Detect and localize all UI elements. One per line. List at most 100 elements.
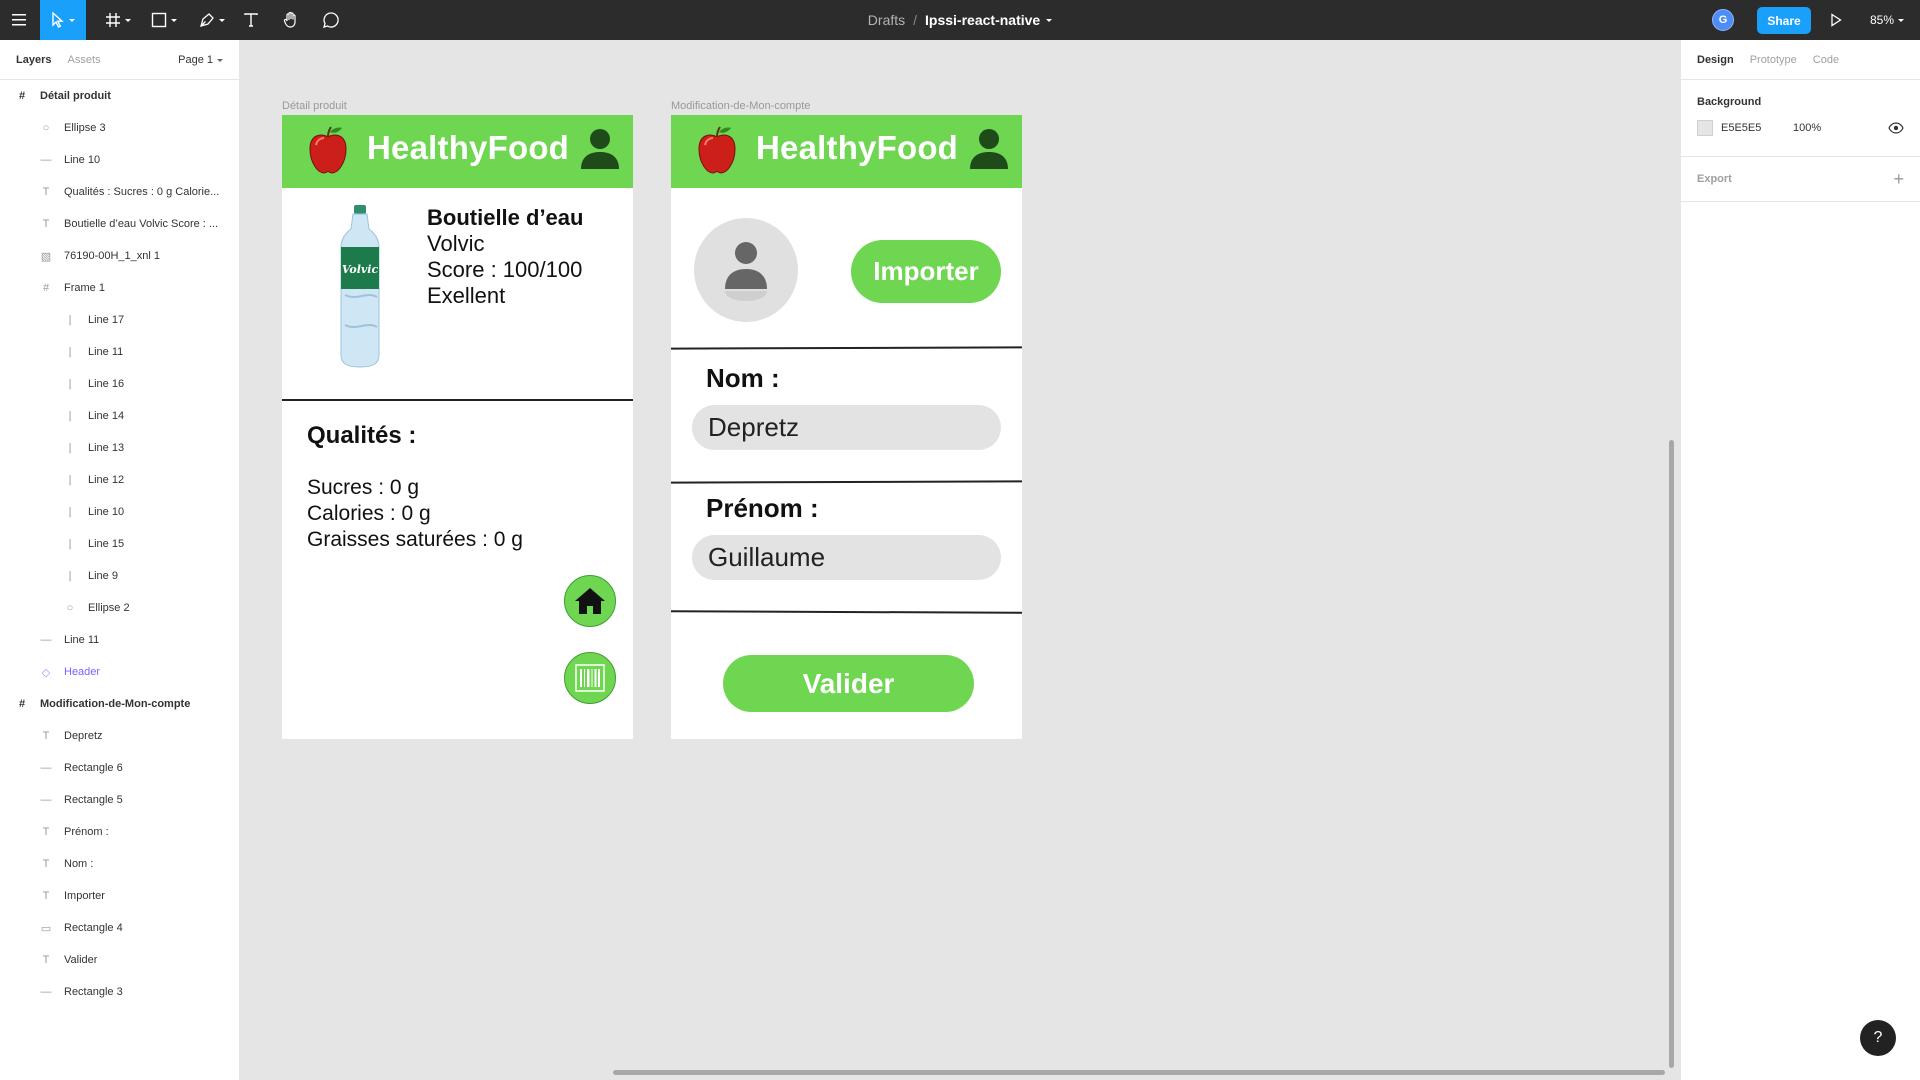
layer-name: Ellipse 2 <box>88 602 130 614</box>
layer-row[interactable]: ◇ Header <box>0 656 239 688</box>
share-button[interactable]: Share <box>1757 7 1811 34</box>
layer-row[interactable]: ▭ Rectangle 4 <box>0 912 239 944</box>
layer-row[interactable]: — Line 11 <box>0 624 239 656</box>
tab-prototype[interactable]: Prototype <box>1750 54 1797 66</box>
layer-row[interactable]: | Line 10 <box>0 496 239 528</box>
layer-row[interactable]: — Rectangle 3 <box>0 976 239 1008</box>
layer-row[interactable]: T Depretz <box>0 720 239 752</box>
zoom-level-dropdown[interactable]: 85% <box>1870 0 1905 40</box>
right-panel-tabs: Design Prototype Code <box>1681 40 1920 80</box>
line-icon: — <box>40 986 52 998</box>
layer-row[interactable]: | Line 13 <box>0 432 239 464</box>
eye-visibility-icon[interactable] <box>1888 122 1904 134</box>
layer-row[interactable]: | Line 17 <box>0 304 239 336</box>
import-button[interactable]: Importer <box>851 240 1001 303</box>
layer-row[interactable]: | Line 11 <box>0 336 239 368</box>
frame-modification-compte[interactable]: HealthyFood Importer Nom : Depretz Préno… <box>671 115 1022 739</box>
layer-row[interactable]: | Line 12 <box>0 464 239 496</box>
background-fill-row[interactable]: E5E5E5 100% <box>1697 112 1904 144</box>
file-name[interactable]: Ipssi-react-native <box>925 12 1040 28</box>
barcode-scan-button[interactable] <box>564 652 616 704</box>
move-tool-button[interactable] <box>40 0 86 40</box>
layer-name: Importer <box>64 890 105 902</box>
tab-code[interactable]: Code <box>1813 54 1839 66</box>
layer-row[interactable]: | Line 14 <box>0 400 239 432</box>
breadcrumb-separator: / <box>913 12 918 28</box>
home-button[interactable] <box>564 575 616 627</box>
frame-tool-button[interactable] <box>98 0 138 40</box>
background-hex-value[interactable]: E5E5E5 <box>1721 122 1793 134</box>
comment-tool-button[interactable] <box>316 0 346 40</box>
background-opacity-value[interactable]: 100% <box>1793 122 1873 134</box>
main-menu-button[interactable] <box>0 0 40 40</box>
hand-tool-button[interactable] <box>276 0 306 40</box>
qualities-list: Sucres : 0 g Calories : 0 g Graisses sat… <box>307 475 523 553</box>
prenom-input[interactable]: Guillaume <box>692 535 1001 580</box>
design-canvas[interactable]: Détail produit HealthyFood Volvic Boutie… <box>241 40 1679 1080</box>
layer-name: Détail produit <box>40 90 111 102</box>
layer-row[interactable]: T Valider <box>0 944 239 976</box>
tab-layers[interactable]: Layers <box>16 54 51 66</box>
layer-row[interactable]: ▧ 76190-00H_1_xnl 1 <box>0 240 239 272</box>
layer-row[interactable]: ○ Ellipse 3 <box>0 112 239 144</box>
page-selector[interactable]: Page 1 <box>178 40 223 80</box>
layer-row[interactable]: T Importer <box>0 880 239 912</box>
zoom-level: 85% <box>1870 13 1895 27</box>
layer-name: Line 14 <box>88 410 125 422</box>
vertical-scrollbar[interactable] <box>1669 440 1674 1068</box>
layer-row[interactable]: T Nom : <box>0 848 239 880</box>
layer-row[interactable]: ○ Ellipse 2 <box>0 592 239 624</box>
user-profile-icon[interactable] <box>579 127 621 171</box>
chevron-down-icon <box>217 58 223 62</box>
validate-button[interactable]: Valider <box>723 655 974 712</box>
layer-row[interactable]: T Prénom : <box>0 816 239 848</box>
layer-row[interactable]: # Frame 1 <box>0 272 239 304</box>
layer-row[interactable]: — Rectangle 6 <box>0 752 239 784</box>
component-icon: ◇ <box>41 666 51 679</box>
background-color-swatch[interactable] <box>1697 120 1713 136</box>
layer-row[interactable]: # Détail produit <box>0 80 111 112</box>
present-play-icon[interactable] <box>1830 13 1842 32</box>
layer-row[interactable]: — Rectangle 5 <box>0 784 239 816</box>
layer-list: #Détail produit▧home 1○Ellipse 3—Line 10… <box>0 80 239 1008</box>
user-avatar[interactable]: G <box>1712 9 1734 31</box>
frame-label-modification-compte[interactable]: Modification-de-Mon-compte <box>671 100 810 112</box>
shape-tool-button[interactable] <box>144 0 184 40</box>
ellipse-icon: ○ <box>66 602 74 614</box>
tab-design[interactable]: Design <box>1697 54 1734 66</box>
layer-name: Rectangle 3 <box>64 986 123 998</box>
tab-assets[interactable]: Assets <box>67 54 100 66</box>
frame-label-detail-produit[interactable]: Détail produit <box>282 100 347 112</box>
frame-detail-produit[interactable]: HealthyFood Volvic Boutielle d’eau Volvi… <box>282 115 633 739</box>
chevron-down-icon <box>171 18 177 22</box>
layer-row[interactable]: T Boutielle d’eau Volvic Score : ... <box>0 208 239 240</box>
pen-tool-button[interactable] <box>192 0 232 40</box>
horizontal-scrollbar[interactable] <box>613 1070 1665 1075</box>
layer-row[interactable]: — Line 10 <box>0 144 239 176</box>
nom-input[interactable]: Depretz <box>692 405 1001 450</box>
vline-icon: | <box>68 474 72 486</box>
help-button[interactable]: ? <box>1860 1020 1896 1056</box>
text-tool-button[interactable] <box>236 0 266 40</box>
export-section: Export + <box>1681 157 1920 202</box>
vline-icon: | <box>68 506 72 518</box>
quality-sugar: Sucres : 0 g <box>307 476 420 499</box>
breadcrumb-folder[interactable]: Drafts <box>868 12 905 28</box>
apple-logo-icon <box>309 126 347 174</box>
chevron-down-icon[interactable] <box>1046 18 1053 22</box>
layer-name: Nom : <box>64 858 94 870</box>
page-name: Page 1 <box>178 54 213 66</box>
user-profile-icon[interactable] <box>968 127 1010 171</box>
layer-row[interactable]: | Line 16 <box>0 368 239 400</box>
add-export-plus-icon[interactable]: + <box>1893 169 1904 189</box>
frame-icon: # <box>42 282 50 294</box>
layer-row[interactable]: | Line 15 <box>0 528 239 560</box>
layer-row[interactable]: # Modification-de-Mon-compte <box>0 688 191 720</box>
vline-icon: | <box>68 410 72 422</box>
frame-icon: # <box>18 698 26 710</box>
layer-row[interactable]: T Qualités : Sucres : 0 g Calorie... <box>0 176 239 208</box>
layer-row[interactable]: | Line 9 <box>0 560 239 592</box>
profile-avatar-placeholder[interactable] <box>694 218 798 322</box>
product-name: Boutielle d’eau <box>427 205 584 230</box>
product-brand: Volvic <box>427 231 485 256</box>
